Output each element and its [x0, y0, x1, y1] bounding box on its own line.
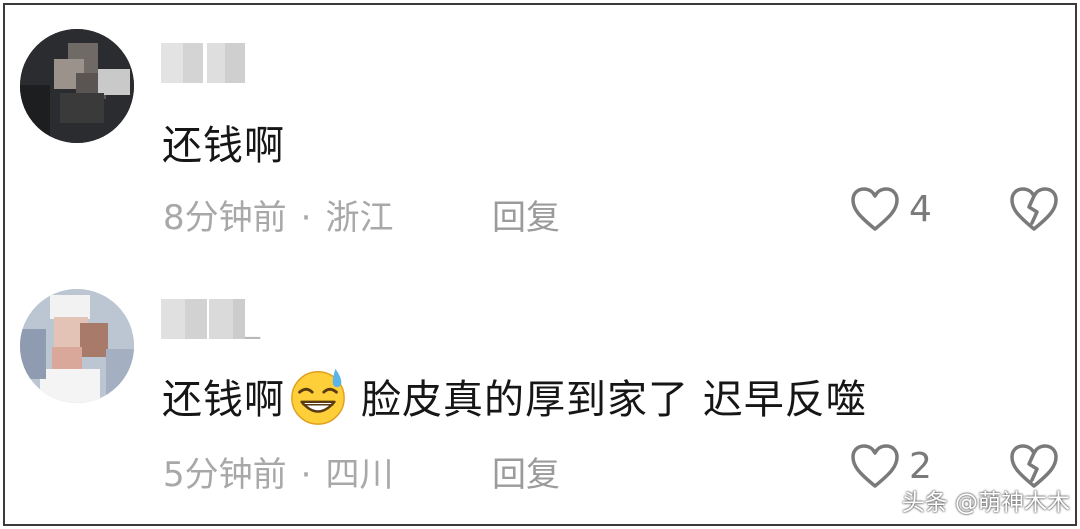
heart-outline-icon: [851, 187, 899, 231]
avatar[interactable]: [20, 29, 134, 143]
meta-separator: ·: [300, 198, 312, 238]
reply-button[interactable]: 回复: [492, 190, 560, 239]
comment-list: 还钱啊 8分钟前 · 浙江 回复 4 _ 还钱啊 脸皮真的厚到家了 迟早反噬 5…: [3, 3, 1077, 526]
like-count: 2: [909, 445, 932, 487]
comment-meta: 5分钟前 · 四川: [163, 447, 393, 496]
comment-text: 还钱啊: [162, 123, 285, 169]
username-suffix: _: [245, 305, 260, 340]
username[interactable]: [161, 43, 245, 83]
broken-heart-icon: [1010, 187, 1058, 231]
meta-separator: ·: [300, 455, 312, 495]
avatar[interactable]: [20, 289, 134, 403]
grinning-sweat-emoji: [291, 368, 345, 425]
username[interactable]: _: [161, 299, 261, 340]
comment-text-part: 脸皮真的厚到家了 迟早反噬: [361, 377, 867, 423]
comment-location: 浙江: [325, 198, 394, 238]
reply-button[interactable]: 回复: [492, 447, 560, 496]
like-count: 4: [909, 188, 932, 230]
comment-text: 还钱啊 脸皮真的厚到家了 迟早反噬: [162, 365, 867, 427]
comment-time: 5分钟前: [163, 455, 287, 495]
dislike-button[interactable]: [1008, 185, 1060, 237]
heart-outline-icon: [851, 444, 899, 488]
like-button[interactable]: 4: [849, 185, 932, 233]
comment-time: 8分钟前: [163, 198, 287, 238]
comment-text-part: 还钱啊: [162, 377, 285, 423]
comment-location: 四川: [325, 455, 394, 495]
watermark: 头条 @萌神木木: [901, 490, 1070, 516]
comment-meta: 8分钟前 · 浙江: [163, 190, 393, 239]
